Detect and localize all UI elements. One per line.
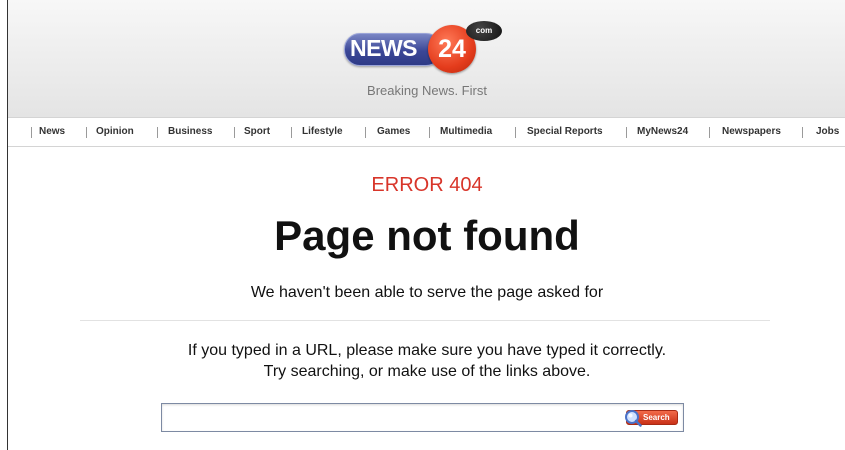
site-tagline: Breaking News. First [367,83,487,98]
search-button[interactable]: Search [625,410,678,427]
error-code: ERROR 404 [371,174,483,196]
nav-item-lifestyle[interactable]: Lifestyle [302,118,343,146]
nav-separator [429,127,430,138]
content-divider [80,320,770,321]
nav-separator [86,127,87,138]
nav-item-multimedia[interactable]: Multimedia [440,118,492,146]
nav-item-sport[interactable]: Sport [244,118,270,146]
main-navigation: News Opinion Business Sport Lifestyle Ga… [8,117,845,147]
search-bar: Search [161,403,684,432]
nav-item-news[interactable]: News [39,118,65,146]
nav-item-games[interactable]: Games [377,118,410,146]
nav-separator [709,127,710,138]
nav-item-mynews24[interactable]: MyNews24 [637,118,688,146]
nav-item-opinion[interactable]: Opinion [96,118,134,146]
nav-item-newspapers[interactable]: Newspapers [722,118,781,146]
page-title: Page not found [274,212,580,259]
error-description: We haven't been able to serve the page a… [250,284,604,301]
logo-domain-suffix: com [466,21,502,41]
browser-viewport: NEWS 24 com Breaking News. First News Op… [7,0,845,450]
help-text: If you typed in a URL, please make sure … [8,340,845,382]
search-button-label: Search [643,413,670,422]
nav-separator [365,127,366,138]
magnifier-icon [625,410,642,427]
site-header: NEWS 24 com Breaking News. First [8,0,845,117]
nav-item-business[interactable]: Business [168,118,212,146]
nav-item-special-reports[interactable]: Special Reports [527,118,603,146]
nav-separator [234,127,235,138]
help-text-line-1: If you typed in a URL, please make sure … [187,342,667,359]
logo-word: NEWS [350,35,418,61]
nav-separator [31,127,32,138]
nav-item-jobs[interactable]: Jobs [816,118,839,146]
nav-separator [157,127,158,138]
news24-logo[interactable]: NEWS 24 com [342,19,510,75]
nav-separator [626,127,627,138]
help-text-line-2: Try searching, or make use of the links … [263,363,591,380]
nav-separator [291,127,292,138]
nav-separator [515,127,516,138]
search-input[interactable] [163,405,626,430]
nav-separator [802,127,803,138]
